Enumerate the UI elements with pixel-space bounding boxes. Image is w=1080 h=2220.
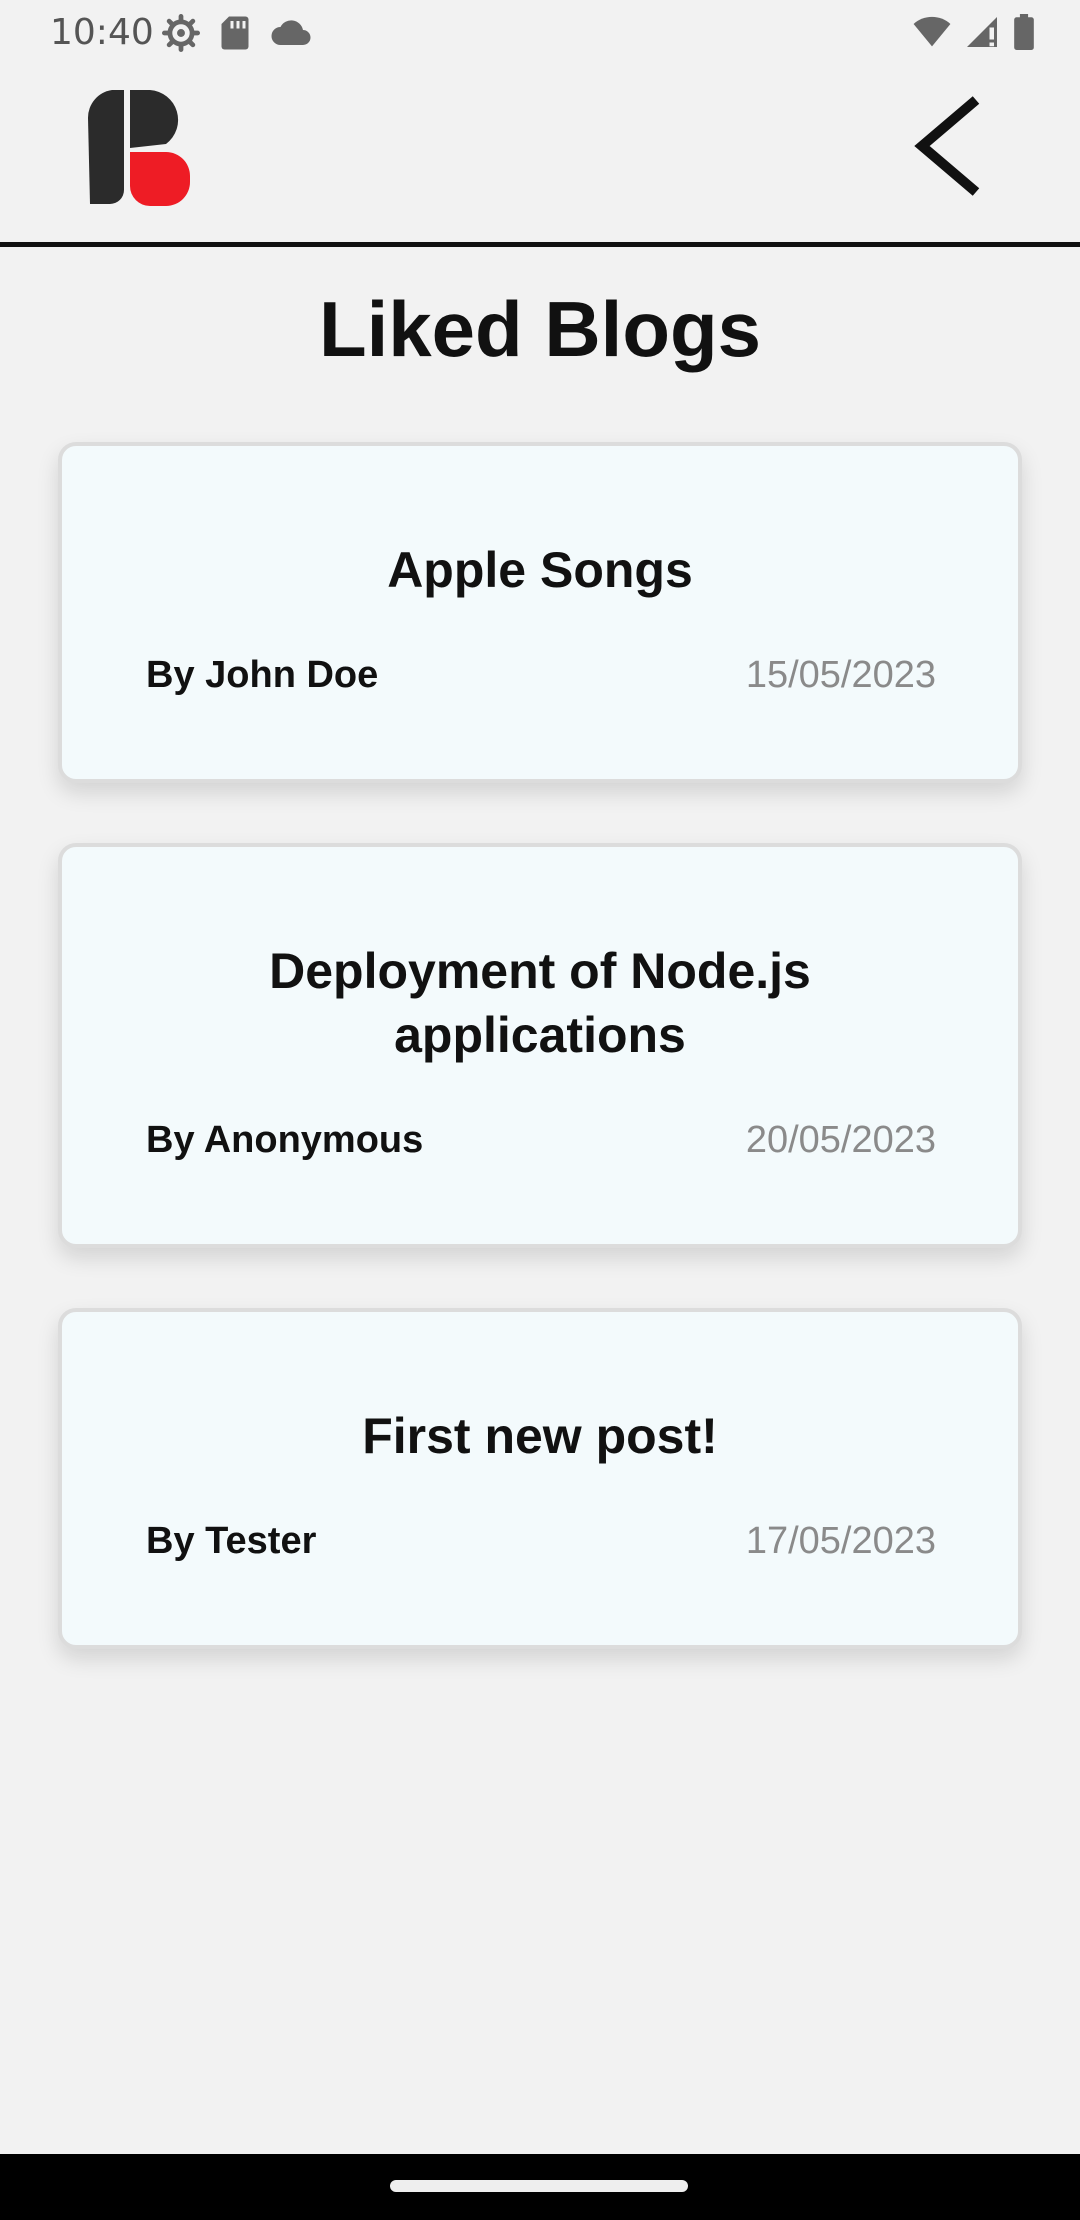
cloud-icon bbox=[270, 18, 312, 53]
blog-date: 15/05/2023 bbox=[745, 654, 936, 696]
status-left-icons bbox=[162, 14, 312, 57]
blog-author: By Anonymous bbox=[146, 1119, 424, 1161]
settings-icon bbox=[162, 14, 200, 57]
page-title: Liked Blogs bbox=[318, 285, 762, 373]
battery-icon bbox=[1012, 14, 1036, 55]
blog-meta: By Anonymous 20/05/2023 bbox=[144, 1119, 936, 1162]
back-button[interactable] bbox=[910, 94, 990, 198]
app-logo bbox=[84, 86, 194, 208]
blog-date: 17/05/2023 bbox=[745, 1520, 936, 1562]
blog-author: By John Doe bbox=[146, 654, 379, 696]
blog-meta: By John Doe 15/05/2023 bbox=[144, 654, 936, 697]
sd-card-icon bbox=[220, 15, 250, 56]
status-right-icons bbox=[912, 14, 1036, 55]
blog-meta: By Tester 17/05/2023 bbox=[144, 1520, 936, 1563]
app-header bbox=[0, 66, 1080, 247]
cell-signal-icon bbox=[964, 15, 1000, 54]
chevron-left-icon bbox=[914, 96, 980, 196]
status-time: 10:40 bbox=[50, 12, 154, 53]
home-indicator[interactable] bbox=[390, 2180, 688, 2192]
blog-title: Deployment of Node.js applications bbox=[269, 943, 811, 1063]
blog-author: By Tester bbox=[146, 1520, 317, 1562]
blog-card[interactable]: Deployment of Node.js applications By An… bbox=[58, 843, 1022, 1248]
blog-title: Apple Songs bbox=[387, 542, 693, 598]
blog-date: 20/05/2023 bbox=[745, 1119, 936, 1161]
wifi-icon bbox=[912, 16, 952, 53]
blog-card[interactable]: First new post! By Tester 17/05/2023 bbox=[58, 1308, 1022, 1649]
system-nav-bar bbox=[0, 2154, 1080, 2220]
liked-blogs-list: Apple Songs By John Doe 15/05/2023 Deplo… bbox=[58, 442, 1022, 1709]
blog-title: First new post! bbox=[362, 1408, 718, 1464]
blog-card[interactable]: Apple Songs By John Doe 15/05/2023 bbox=[58, 442, 1022, 783]
status-bar: 10:40 bbox=[0, 0, 1080, 66]
